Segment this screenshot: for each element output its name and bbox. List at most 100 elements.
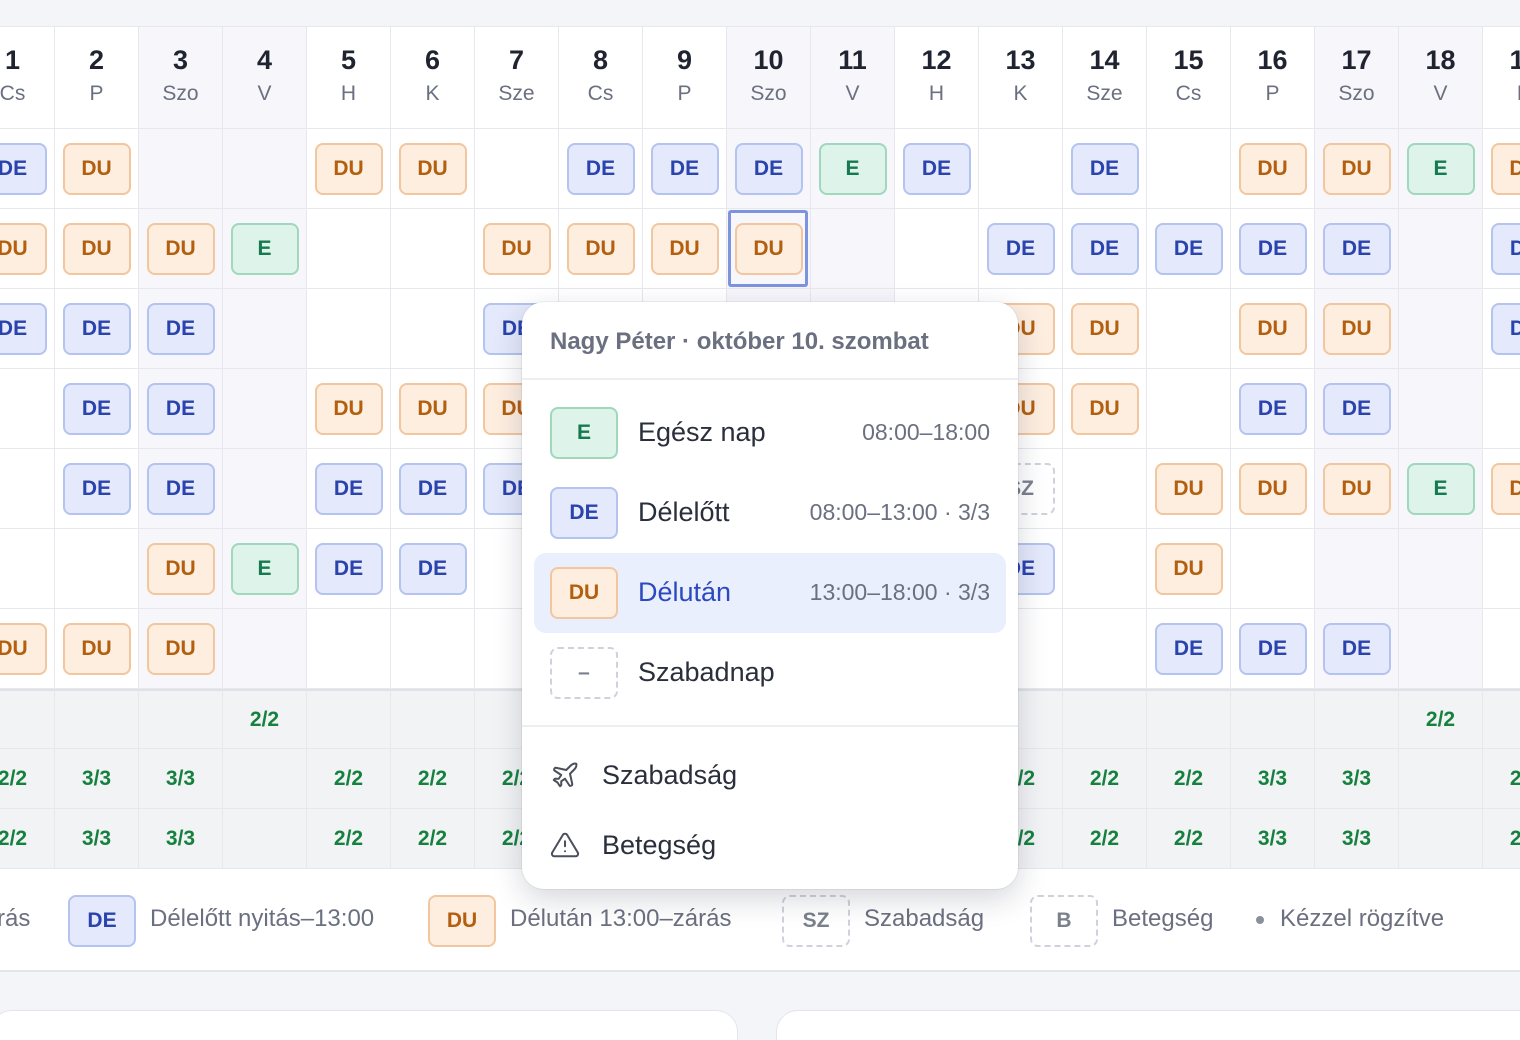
shift-cell[interactable] [223,369,307,449]
shift-cell[interactable] [0,449,55,529]
shift-cell[interactable]: DU [1315,449,1399,529]
shift-cell[interactable]: DE [307,529,391,609]
shift-cell[interactable]: DU [475,209,559,289]
shift-cell[interactable]: DU [55,209,139,289]
shift-cell[interactable]: DU [643,209,727,289]
shift-cell[interactable]: DE [139,369,223,449]
shift-cell[interactable]: DU [55,609,139,689]
option-egesz-nap[interactable]: E Egész nap 08:00–18:00 [534,393,1006,473]
shift-cell[interactable]: DU [391,369,475,449]
shift-cell[interactable] [1147,289,1231,369]
shift-cell[interactable]: DU [1315,129,1399,209]
shift-cell[interactable]: E [223,209,307,289]
shift-cell[interactable]: DU [139,609,223,689]
shift-cell[interactable] [307,209,391,289]
shift-cell[interactable]: DU [1063,289,1147,369]
shift-cell[interactable]: DU [559,209,643,289]
shift-cell[interactable]: DE [391,529,475,609]
shift-cell[interactable] [223,609,307,689]
option-szabadnap[interactable]: – Szabadnap [534,633,1006,713]
shift-cell[interactable]: DE [139,289,223,369]
shift-cell[interactable]: DE [1231,369,1315,449]
shift-cell[interactable]: DE [727,129,811,209]
shift-cell[interactable]: DE [0,289,55,369]
shift-cell[interactable]: DE [1147,609,1231,689]
shift-cell[interactable] [1063,609,1147,689]
shift-cell[interactable]: DE [1315,609,1399,689]
shift-cell[interactable]: DE [1231,209,1315,289]
shift-cell[interactable] [307,289,391,369]
shift-cell[interactable] [1063,529,1147,609]
shift-cell[interactable]: DU [1231,289,1315,369]
shift-cell[interactable]: DU [1231,449,1315,529]
shift-cell[interactable]: DE [55,369,139,449]
shift-cell[interactable] [811,209,895,289]
shift-cell[interactable]: DE [1315,209,1399,289]
shift-cell[interactable]: DU [1483,449,1520,529]
shift-cell[interactable]: DE [1063,209,1147,289]
shift-cell[interactable] [307,609,391,689]
shift-cell[interactable] [1231,529,1315,609]
action-szabadsag[interactable]: Szabadság [550,750,990,800]
shift-cell[interactable] [391,209,475,289]
shift-cell[interactable]: DE [55,289,139,369]
shift-cell[interactable]: E [1399,449,1483,529]
shift-cell[interactable] [1483,529,1520,609]
shift-cell[interactable]: DU [0,209,55,289]
shift-cell[interactable] [391,289,475,369]
shift-cell[interactable] [1063,449,1147,529]
shift-cell[interactable] [0,529,55,609]
shift-cell[interactable] [979,129,1063,209]
shift-cell[interactable] [1147,369,1231,449]
shift-cell[interactable] [475,129,559,209]
shift-cell[interactable]: DE [307,449,391,529]
shift-cell[interactable] [223,129,307,209]
shift-cell[interactable]: DE [55,449,139,529]
shift-cell[interactable]: DE [895,129,979,209]
shift-cell[interactable]: DU [727,209,811,289]
shift-cell[interactable] [1399,289,1483,369]
shift-cell[interactable] [0,369,55,449]
shift-cell[interactable]: DU [391,129,475,209]
shift-cell[interactable] [1399,529,1483,609]
shift-cell[interactable]: DE [559,129,643,209]
shift-cell[interactable]: DU [1483,129,1520,209]
shift-cell[interactable] [223,289,307,369]
shift-cell[interactable]: DE [1231,609,1315,689]
shift-cell[interactable] [223,449,307,529]
shift-cell[interactable]: DU [1231,129,1315,209]
shift-cell[interactable] [139,129,223,209]
shift-cell[interactable] [55,529,139,609]
shift-cell[interactable]: DE [139,449,223,529]
shift-cell[interactable]: DU [307,369,391,449]
shift-cell[interactable]: DU [1147,529,1231,609]
shift-cell[interactable]: DE [1483,289,1520,369]
option-delelott[interactable]: DE Délelőtt 08:00–13:00 · 3/3 [534,473,1006,553]
shift-cell[interactable]: E [223,529,307,609]
shift-cell[interactable] [391,609,475,689]
shift-cell[interactable]: DE [1147,209,1231,289]
shift-cell[interactable]: DU [1147,449,1231,529]
shift-cell[interactable] [1399,209,1483,289]
shift-cell[interactable]: DE [1315,369,1399,449]
shift-cell[interactable] [1399,609,1483,689]
shift-cell[interactable]: DU [1063,369,1147,449]
shift-cell[interactable] [1483,369,1520,449]
shift-cell[interactable] [1315,529,1399,609]
shift-cell[interactable]: DU [139,209,223,289]
shift-cell[interactable]: DU [0,609,55,689]
shift-cell[interactable] [1147,129,1231,209]
shift-cell[interactable]: DE [0,129,55,209]
shift-cell[interactable]: DU [1315,289,1399,369]
shift-cell[interactable]: DE [391,449,475,529]
shift-cell[interactable]: DU [55,129,139,209]
shift-cell[interactable]: DU [139,529,223,609]
shift-cell[interactable] [1399,369,1483,449]
shift-cell[interactable]: DE [643,129,727,209]
shift-cell[interactable]: DE [1483,209,1520,289]
shift-cell[interactable] [895,209,979,289]
shift-cell[interactable]: E [1399,129,1483,209]
shift-cell[interactable]: E [811,129,895,209]
action-betegseg[interactable]: Betegség [550,820,990,870]
shift-cell[interactable]: DU [307,129,391,209]
